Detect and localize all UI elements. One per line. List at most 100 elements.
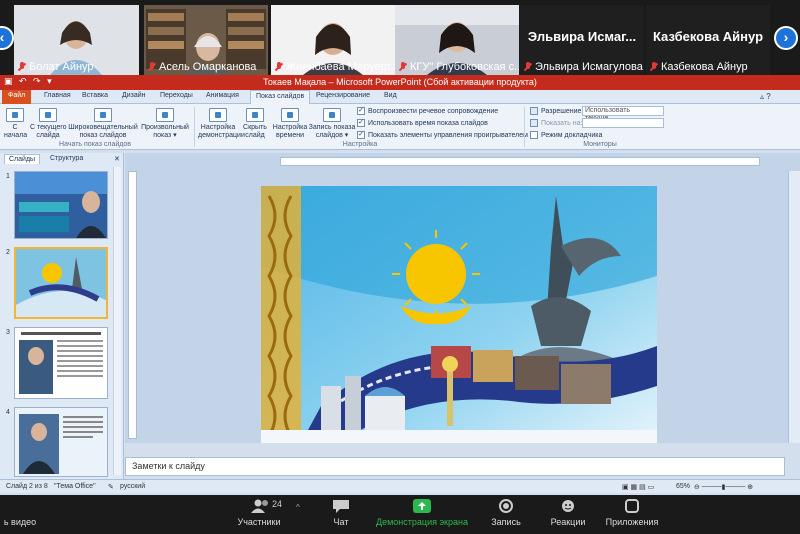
participants-count: 24 xyxy=(272,499,283,509)
slideshow-start-icon xyxy=(6,108,24,122)
ribbon-help-icon[interactable]: ▵ ? xyxy=(760,92,771,101)
share-screen-button[interactable]: Демонстрация экрана xyxy=(372,499,472,527)
participant-name: КГУ" Глубоковская с... xyxy=(399,61,519,73)
mic-muted-icon xyxy=(275,62,283,72)
slide-canvas xyxy=(125,153,800,443)
broadcast-icon xyxy=(94,108,112,122)
record-icon xyxy=(497,499,515,513)
setup-icon xyxy=(209,108,227,122)
notes-pane[interactable]: Заметки к слайду xyxy=(125,457,785,476)
participant-tile-5[interactable]: Эльвира Исмаг... Эльвира Исмагулова xyxy=(520,5,644,75)
current-slide[interactable] xyxy=(261,186,657,443)
participant-name: Жиенбаева Меруерт... xyxy=(275,61,395,73)
custom-show-icon xyxy=(156,108,174,122)
zoom-toolbar: ь видео Участники 24 ^ Чат Демонстрация … xyxy=(0,495,800,534)
gallery-next-button[interactable]: › xyxy=(774,26,798,50)
tab-slideshow[interactable]: Показ слайдов xyxy=(250,90,311,105)
close-panel-icon[interactable]: ✕ xyxy=(110,154,124,164)
mic-muted-icon xyxy=(148,62,156,72)
ppt-title-bar: ▣ ↶ ↷ ▾ Токаев Мақала – Microsoft PowerP… xyxy=(0,75,800,90)
participant-tile-2[interactable]: Асель Омарканова xyxy=(144,5,268,75)
tab-insert[interactable]: Вставка xyxy=(82,92,108,99)
chevron-left-icon: ‹ xyxy=(0,29,5,45)
resolution-dropdown[interactable]: Использовать текуще... xyxy=(582,106,664,122)
slide-4-preview xyxy=(15,408,107,476)
video-button[interactable]: ь видео xyxy=(0,499,40,527)
camera-icon xyxy=(11,499,29,513)
resolution-label: Разрешение: xyxy=(530,107,583,115)
monitor-icon xyxy=(530,119,538,127)
custom-slideshow-button[interactable]: Произвольный показ ▾ xyxy=(140,108,190,140)
tab-design[interactable]: Дизайн xyxy=(122,92,146,99)
tab-view[interactable]: Вид xyxy=(384,92,397,99)
spelling-icon[interactable]: ✎ xyxy=(108,483,114,491)
zoom-level[interactable]: 65% xyxy=(676,483,690,490)
apps-button[interactable]: Приложения xyxy=(604,499,660,527)
hide-slide-button[interactable]: Скрыть слайд xyxy=(242,108,268,140)
setup-show-button[interactable]: Настройка демонстрации xyxy=(198,108,245,140)
rehearse-timings-button[interactable]: Настройка времени xyxy=(272,108,308,140)
participants-button[interactable]: Участники xyxy=(226,499,292,527)
participant-tile-3[interactable]: Жиенбаева Меруерт... xyxy=(271,5,395,75)
ribbon: С начала С текущего слайда Широковещател… xyxy=(0,104,800,150)
participant-tile-1[interactable]: Болат Айнур xyxy=(14,5,139,75)
slide-number: 4 xyxy=(6,409,10,416)
participant-tile-4[interactable]: КГУ" Глубоковская с... xyxy=(395,5,519,75)
tab-animation[interactable]: Анимация xyxy=(206,92,239,99)
show-media-controls-checkbox[interactable]: ✓ Показать элементы управления проигрыват… xyxy=(357,131,528,139)
view-buttons[interactable]: ▣ ▦ ▤ ▭ xyxy=(622,483,654,491)
monitor-icon xyxy=(530,107,538,115)
slide-thumbnail-2[interactable] xyxy=(14,247,108,319)
participant-name: Болат Айнур xyxy=(18,61,94,73)
participants-icon xyxy=(250,499,268,513)
group-start-slideshow: Начать показ слайдов xyxy=(59,141,131,148)
slide-number: 3 xyxy=(6,329,10,336)
show-on-label: Показать на: xyxy=(530,119,582,127)
vertical-ruler xyxy=(128,171,137,439)
tab-review[interactable]: Рецензирование xyxy=(316,92,370,99)
slide-thumbnail-1[interactable] xyxy=(14,171,108,239)
tab-transitions[interactable]: Переходы xyxy=(160,92,193,99)
play-narrations-checkbox[interactable]: ✓ Воспроизвести речевое сопровождение xyxy=(357,107,498,115)
language-indicator[interactable]: русский xyxy=(120,483,145,490)
reactions-button[interactable]: Реакции xyxy=(546,499,590,527)
group-settings: Настройка xyxy=(342,141,378,148)
slide-3-preview xyxy=(15,328,107,398)
tab-outline[interactable]: Структура xyxy=(46,154,87,163)
slide-number: 1 xyxy=(6,173,10,180)
gallery-prev-button[interactable]: ‹ xyxy=(0,26,14,50)
presenter-view-checkbox[interactable]: Режим докладчика xyxy=(530,131,602,139)
slides-panel: Слайды Структура ✕ 1 2 3 4 xyxy=(0,153,124,479)
chevron-right-icon: › xyxy=(783,29,789,45)
slides-panel-scrollbar[interactable] xyxy=(113,167,121,475)
from-beginning-button[interactable]: С начала xyxy=(4,108,27,140)
participant-tile-6[interactable]: Казбекова Айнур Казбекова Айнур xyxy=(646,5,770,75)
participant-name: Казбекова Айнур xyxy=(650,61,748,73)
mic-muted-icon xyxy=(524,62,532,72)
record-slideshow-icon xyxy=(323,108,341,122)
tab-home[interactable]: Главная xyxy=(44,92,71,99)
mic-muted-icon xyxy=(18,62,26,72)
slide-thumbnail-3[interactable] xyxy=(14,327,108,399)
slide-2-preview xyxy=(16,249,106,317)
slide-image xyxy=(261,186,657,443)
chat-button[interactable]: Чат xyxy=(326,499,356,527)
zoom-slider[interactable]: ⊖ ────▮──── ⊕ xyxy=(694,483,753,491)
ppt-status-bar: Слайд 2 из 8 "Тема Office" ✎ русский ▣ ▦… xyxy=(0,479,800,493)
participant-display-name: Эльвира Исмаг... xyxy=(527,29,637,44)
record-slideshow-button[interactable]: Запись показа слайдов ▾ xyxy=(308,108,356,140)
broadcast-slideshow-button[interactable]: Широковещательный показ слайдов xyxy=(68,108,138,140)
tab-file[interactable]: Файл xyxy=(2,90,32,104)
timer-icon xyxy=(281,108,299,122)
canvas-scrollbar[interactable] xyxy=(788,171,800,443)
show-on-dropdown[interactable] xyxy=(582,118,664,128)
powerpoint-window: ▣ ↶ ↷ ▾ Токаев Мақала – Microsoft PowerP… xyxy=(0,75,800,495)
tab-slides[interactable]: Слайды xyxy=(4,154,41,164)
slide-thumbnail-4[interactable] xyxy=(14,407,108,477)
group-monitors: Мониторы xyxy=(583,141,617,148)
from-current-slide-button[interactable]: С текущего слайда xyxy=(30,108,67,140)
participant-display-name: Казбекова Айнур xyxy=(652,29,764,44)
participants-menu-caret[interactable]: ^ xyxy=(296,503,300,512)
use-timings-checkbox[interactable]: ✓ Использовать время показа слайдов xyxy=(357,119,488,127)
record-button[interactable]: Запись xyxy=(488,499,524,527)
